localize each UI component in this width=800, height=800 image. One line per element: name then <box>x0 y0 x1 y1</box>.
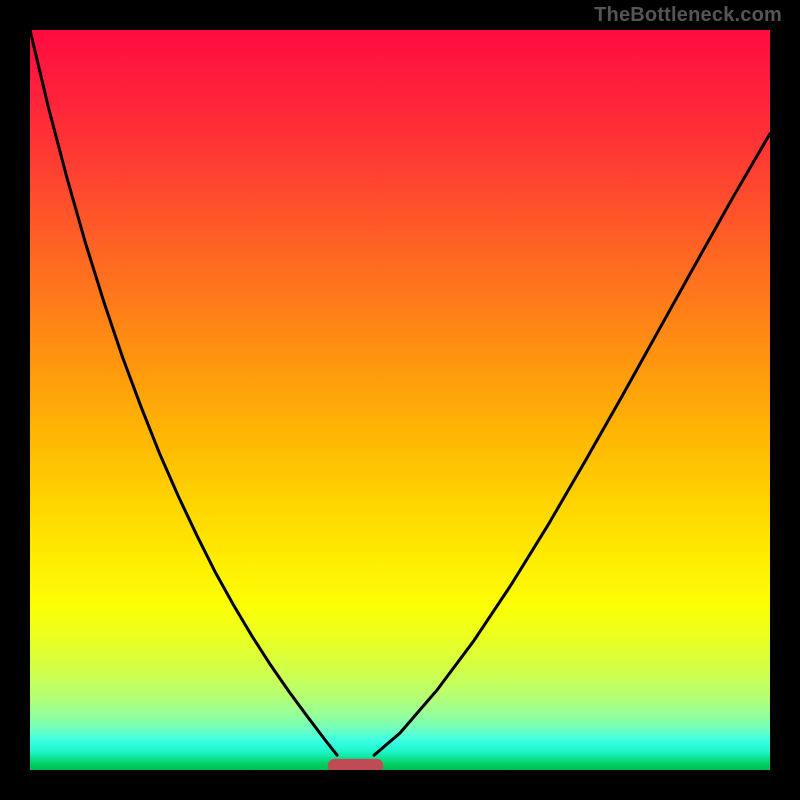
chart-svg <box>30 30 770 770</box>
baseline-marker <box>328 759 384 770</box>
curve-right-branch <box>374 134 770 756</box>
chart-container: TheBottleneck.com <box>0 0 800 800</box>
plot-area <box>30 30 770 770</box>
watermark-text: TheBottleneck.com <box>594 4 782 27</box>
curve-left-branch <box>30 30 337 755</box>
